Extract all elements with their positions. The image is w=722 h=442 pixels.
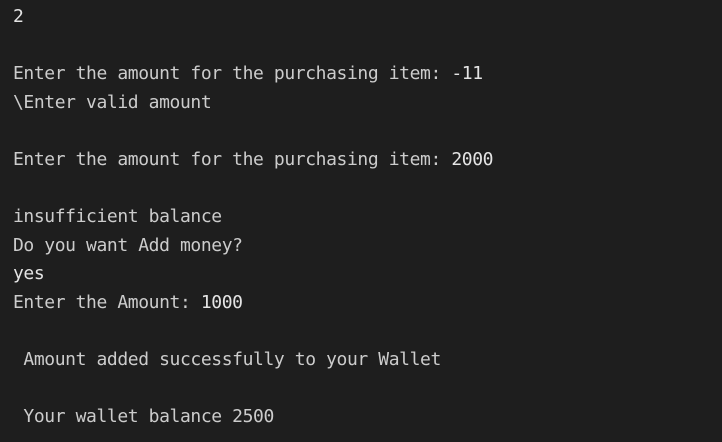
- line-text: Enter the amount for the purchasing item…: [13, 63, 452, 85]
- line-text: Amount added successfully to your Wallet: [13, 349, 441, 371]
- terminal-line: Do you want Add money?: [13, 232, 722, 261]
- terminal-output[interactable]: 2 Enter the amount for the purchasing it…: [0, 0, 722, 442]
- terminal-line: insufficient balance: [13, 203, 722, 232]
- terminal-line: \Enter valid amount: [13, 89, 722, 118]
- line-text: Enter the amount for the purchasing item…: [13, 148, 452, 170]
- terminal-line: Enter the amount for the purchasing item…: [13, 146, 722, 175]
- terminal-line: Your wallet balance 2500: [13, 403, 722, 432]
- user-input: yes: [13, 263, 45, 285]
- line-text: insufficient balance: [13, 206, 222, 228]
- line-text: Enter the Amount:: [13, 291, 201, 313]
- terminal-line: Amount added successfully to your Wallet: [13, 346, 722, 375]
- terminal-line: Enter the Amount: 1000: [13, 289, 722, 318]
- terminal-line: 2: [13, 3, 722, 32]
- line-text: \Enter valid amount: [13, 91, 212, 113]
- user-input: 2000: [451, 148, 494, 170]
- terminal-line: Enter the amount for the purchasing item…: [13, 60, 722, 89]
- user-input: 2: [13, 6, 24, 27]
- line-text: Do you want Add money?: [13, 234, 243, 256]
- user-input: -11: [451, 63, 483, 85]
- line-text: Your wallet balance 2500: [13, 406, 274, 428]
- terminal-line: yes: [13, 260, 722, 289]
- user-input: 1000: [200, 291, 243, 313]
